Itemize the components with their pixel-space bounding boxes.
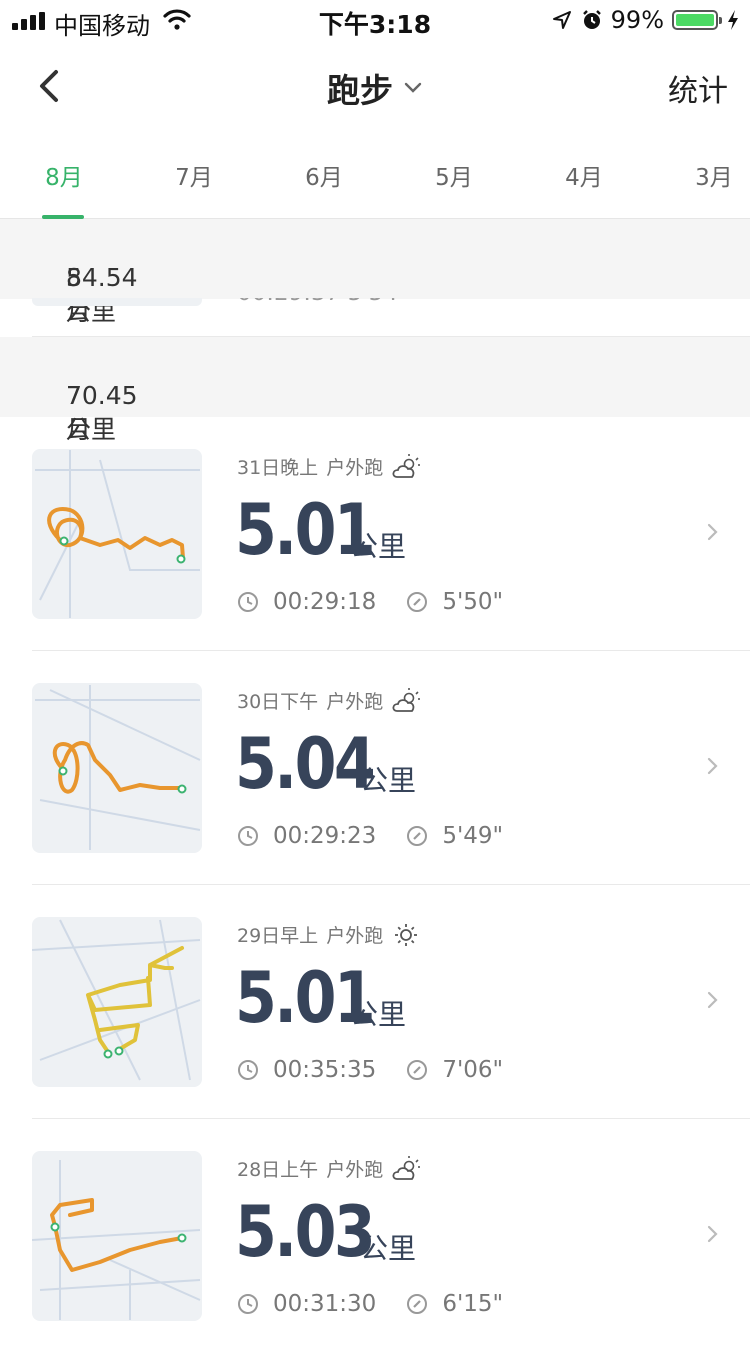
tab-april[interactable]: 4月: [534, 158, 634, 192]
distance-unit: 公里: [350, 530, 407, 563]
run-duration: 00:31:30: [273, 1291, 377, 1317]
run-type: 户外跑: [326, 1159, 384, 1181]
run-date: 29日早上: [237, 925, 319, 947]
tab-march[interactable]: 3月: [664, 158, 750, 192]
sun-icon: [395, 923, 418, 946]
tab-may[interactable]: 5月: [404, 158, 504, 192]
chevron-right-icon: [707, 757, 718, 775]
run-row-partial[interactable]: 00:29:37 5'54": [0, 298, 750, 336]
month-tabs: 8月 7月 6月 5月 4月 3月: [0, 140, 750, 219]
route-map-thumbnail: [32, 449, 202, 619]
section-header-july: 7月 70.45公里: [0, 337, 750, 444]
chevron-right-icon: [707, 991, 718, 1009]
clock-icon: [238, 1294, 258, 1314]
distance-unit: 公里: [350, 998, 407, 1031]
route-map: [35, 685, 201, 850]
run-date: 31日晚上: [237, 457, 319, 479]
run-pace: 5'49": [442, 823, 504, 849]
route-map: [35, 450, 200, 618]
run-stats: 00:29:23 5'49": [237, 823, 503, 849]
run-date: 28日上午: [237, 1159, 319, 1181]
route-map-thumbnail: [32, 298, 202, 306]
distance-unit: 公里: [360, 764, 417, 797]
tab-june[interactable]: 6月: [274, 158, 374, 192]
run-stats: 00:35:35 7'06": [237, 1057, 503, 1083]
sport-type-selector[interactable]: 跑步: [327, 64, 423, 112]
cloudy-sun-icon: [392, 687, 421, 712]
pace-icon: [407, 1294, 428, 1314]
alarm-icon: [582, 10, 601, 29]
run-row[interactable]: 28日上午 户外跑 5.03 公里 00:31:30 6'15": [0, 1119, 750, 1353]
distance-unit: 公里: [360, 1232, 417, 1265]
route-map: [32, 919, 201, 1081]
run-type: 户外跑: [326, 925, 384, 947]
run-row[interactable]: 30日下午 户外跑 5.04 公里 00:29:23 5'49": [0, 651, 750, 885]
tab-august[interactable]: 8月: [14, 158, 114, 192]
partial-run-stats: 00:29:37 5'54": [237, 298, 408, 306]
run-pace: 7'06": [442, 1057, 504, 1083]
pace-icon: [407, 1060, 428, 1080]
run-stats: 00:29:18 5'50": [237, 589, 503, 615]
page-title: 跑步: [327, 71, 393, 110]
route-map-thumbnail: [32, 1151, 202, 1321]
run-duration: 00:35:35: [273, 1057, 377, 1083]
run-date: 30日下午: [237, 691, 319, 713]
run-type: 户外跑: [326, 457, 384, 479]
run-pace: 5'50": [442, 589, 504, 615]
cloudy-sun-icon: [392, 453, 421, 478]
run-meta: 29日早上 户外跑: [237, 921, 421, 948]
tab-july[interactable]: 7月: [144, 158, 244, 192]
battery-icon: [672, 10, 722, 30]
run-pace: 6'15": [442, 1291, 504, 1317]
run-meta: 31日晚上 户外跑: [237, 453, 421, 480]
cloudy-sun-icon: [392, 1155, 421, 1180]
location-icon: [552, 11, 571, 29]
clock-icon: [238, 1060, 258, 1080]
route-map: [32, 1160, 201, 1320]
run-duration: 00:29:23: [273, 823, 377, 849]
route-map-thumbnail: [32, 917, 202, 1087]
battery-percent: 99%: [610, 6, 664, 34]
run-meta: 30日下午 户外跑: [237, 687, 421, 714]
route-map-thumbnail: [32, 683, 202, 853]
dropdown-chevron-icon: [404, 82, 422, 93]
chevron-right-icon: [707, 1225, 718, 1243]
pace-icon: [407, 592, 428, 612]
clock-icon: [238, 826, 258, 846]
pace-icon: [407, 826, 428, 846]
charging-icon: [728, 10, 738, 30]
run-type: 户外跑: [326, 691, 384, 713]
status-bar: 中国移动 下午3:18 99%: [0, 0, 750, 40]
run-meta: 28日上午 户外跑: [237, 1155, 421, 1182]
run-row[interactable]: 31日晚上 户外跑 5.01 公里 00:29:18 5'50": [0, 417, 750, 651]
chevron-right-icon: [707, 523, 718, 541]
run-duration: 00:29:18: [273, 589, 377, 615]
section-header-august: 8月 54.54公里: [0, 219, 750, 326]
battery-level-fill: [676, 14, 714, 26]
run-distance: 5.03: [235, 1191, 376, 1273]
clock-icon: [238, 592, 258, 612]
run-row[interactable]: 29日早上 户外跑 5.01 公里 00:35:35 7'06": [0, 885, 750, 1119]
run-distance: 5.04: [235, 723, 376, 805]
run-stats: 00:31:30 6'15": [237, 1291, 503, 1317]
stats-button[interactable]: 统计: [668, 66, 728, 110]
nav-bar: 跑步 统计: [0, 44, 750, 126]
